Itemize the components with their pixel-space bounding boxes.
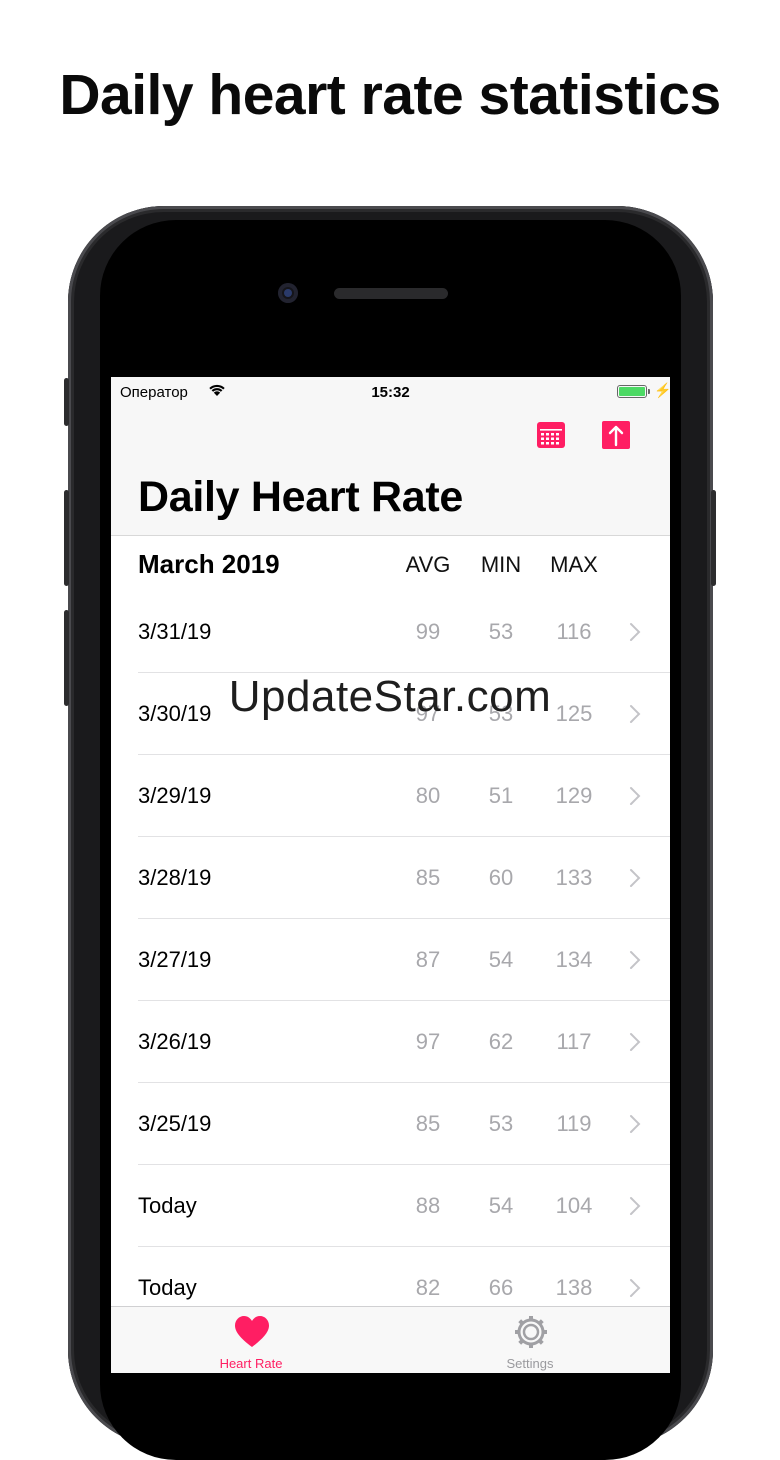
- front-camera: [278, 283, 298, 303]
- chevron-right-icon: [630, 1033, 641, 1051]
- row-date: 3/28/19: [138, 865, 212, 890]
- tab-label: Settings: [506, 1356, 554, 1371]
- row-date: Today: [138, 1275, 197, 1300]
- row-max: 129: [555, 783, 593, 808]
- row-date: 3/26/19: [138, 1029, 212, 1054]
- row-date: Today: [138, 1193, 197, 1218]
- chevron-right-icon: [630, 1197, 641, 1215]
- table-row[interactable]: 3/27/19 87 54 134: [111, 919, 670, 1001]
- app-screen: Оператор 15:32 ⚡ Daily Heart Rate March …: [111, 377, 670, 1373]
- row-min: 51: [488, 783, 514, 808]
- page-title: Daily Heart Rate: [138, 473, 464, 521]
- table-row[interactable]: 3/26/19 97 62 117: [111, 1001, 670, 1083]
- table-row[interactable]: 3/28/19 85 60 133: [111, 837, 670, 919]
- row-max: 138: [555, 1275, 593, 1300]
- battery-icon: [617, 385, 647, 398]
- row-date: 3/27/19: [138, 947, 212, 972]
- row-avg: 99: [415, 619, 441, 644]
- navigation-header: Оператор 15:32 ⚡ Daily Heart Rate: [111, 377, 670, 536]
- row-max: 134: [555, 947, 593, 972]
- power-button: [711, 490, 716, 586]
- battery-tip: [648, 389, 650, 394]
- tab-heart-rate[interactable]: Heart Rate: [151, 1307, 351, 1373]
- row-date: 3/31/19: [138, 619, 212, 644]
- row-avg: 97: [415, 1029, 441, 1054]
- table-header: March 2019 AVG MIN MAX: [111, 536, 670, 590]
- row-avg: 80: [415, 783, 441, 808]
- chevron-right-icon: [630, 951, 641, 969]
- row-avg: 82: [415, 1275, 441, 1300]
- charging-icon: ⚡: [654, 382, 670, 398]
- heart-icon: [235, 1316, 269, 1347]
- row-avg: 87: [415, 947, 441, 972]
- row-min: 54: [488, 947, 514, 972]
- chevron-right-icon: [630, 869, 641, 887]
- chevron-right-icon: [630, 623, 641, 641]
- row-max: 119: [556, 1111, 592, 1136]
- calendar-icon[interactable]: [534, 418, 568, 452]
- row-min: 53: [488, 619, 514, 644]
- row-min: 62: [488, 1029, 514, 1054]
- row-date: 3/29/19: [138, 783, 212, 808]
- column-header-max: MAX: [550, 552, 598, 577]
- row-max: 104: [555, 1193, 593, 1218]
- table-row[interactable]: 3/25/19 85 53 119: [111, 1083, 670, 1165]
- row-avg: 85: [415, 1111, 441, 1136]
- earpiece-speaker: [334, 288, 448, 299]
- status-bar: Оператор 15:32 ⚡: [111, 377, 670, 407]
- status-time: 15:32: [371, 384, 410, 401]
- column-header-min: MIN: [480, 552, 522, 577]
- table-row[interactable]: Today 88 54 104: [111, 1165, 670, 1247]
- row-max: 133: [555, 865, 593, 890]
- row-max: 116: [556, 619, 592, 644]
- row-avg: 85: [415, 865, 441, 890]
- table-row[interactable]: 3/29/19 80 51 129: [111, 755, 670, 837]
- row-min: 66: [488, 1275, 514, 1300]
- month-label: March 2019: [138, 549, 280, 579]
- tab-settings[interactable]: Settings: [430, 1307, 630, 1373]
- promo-title: Daily heart rate statistics: [59, 63, 721, 127]
- gear-icon: [515, 1316, 547, 1348]
- share-icon[interactable]: [599, 418, 633, 452]
- row-avg: 88: [415, 1193, 441, 1218]
- tab-bar: Heart Rate Settings: [111, 1306, 670, 1373]
- row-date: 3/25/19: [138, 1111, 212, 1136]
- row-min: 54: [488, 1193, 514, 1218]
- mute-switch: [64, 378, 69, 426]
- chevron-right-icon: [630, 1279, 641, 1297]
- watermark: UpdateStar.com: [228, 672, 552, 721]
- chevron-right-icon: [630, 1115, 641, 1133]
- tab-label: Heart Rate: [219, 1356, 283, 1371]
- volume-up-button: [64, 490, 69, 586]
- chevron-right-icon: [630, 787, 641, 805]
- row-min: 53: [488, 1111, 514, 1136]
- column-header-avg: AVG: [405, 552, 451, 577]
- table-row[interactable]: 3/31/19 99 53 116: [111, 591, 670, 673]
- row-max: 117: [556, 1029, 592, 1054]
- row-min: 60: [488, 865, 514, 890]
